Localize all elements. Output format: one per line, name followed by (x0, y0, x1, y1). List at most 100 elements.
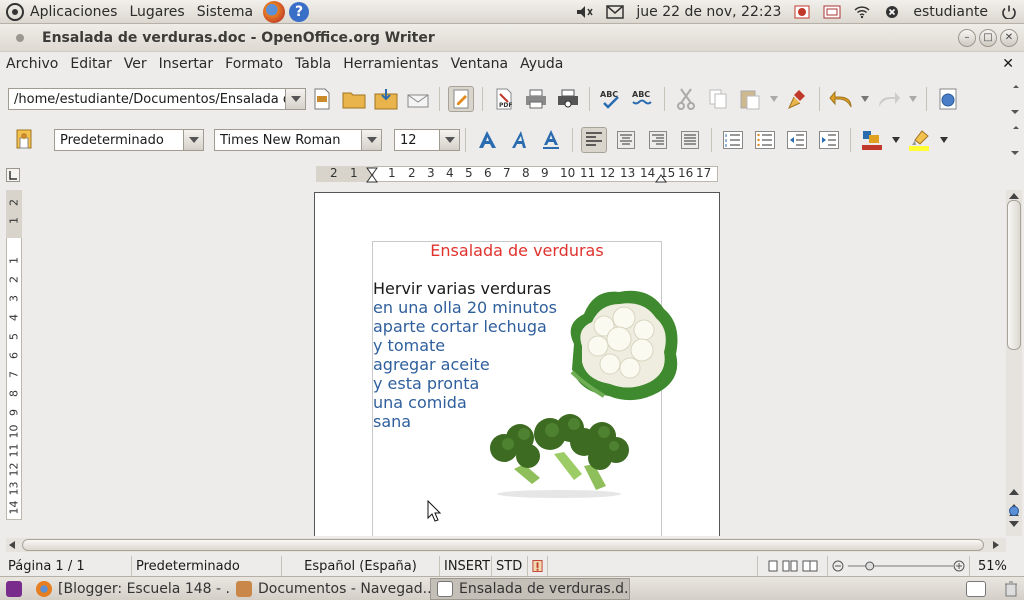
right-indent-marker-icon[interactable] (655, 167, 667, 183)
font-color-dropdown-icon[interactable] (891, 127, 901, 153)
scroll-up-icon[interactable] (1008, 192, 1020, 200)
font-size-value[interactable]: 12 (400, 133, 417, 148)
paste-icon[interactable] (737, 86, 763, 112)
decrease-indent-icon[interactable] (784, 127, 810, 153)
chevron-down-icon[interactable] (183, 130, 203, 150)
load-url-combo[interactable]: /home/estudiante/Documentos/Ensalada de (8, 88, 306, 110)
menu-herramientas[interactable]: Herramientas (337, 56, 444, 72)
bullets-icon[interactable] (752, 127, 778, 153)
menu-archivo[interactable]: Archivo (0, 56, 64, 72)
justify-icon[interactable] (677, 127, 703, 153)
scroll-up-icon[interactable] (1008, 488, 1020, 496)
increase-indent-icon[interactable] (816, 127, 842, 153)
panel-menu-lugares[interactable]: Lugares (123, 4, 190, 20)
close-button[interactable]: ✕ (1000, 28, 1018, 47)
scroll-right-icon[interactable] (992, 540, 1000, 550)
scroll-left-icon[interactable] (8, 540, 16, 550)
font-color-icon[interactable] (859, 127, 885, 153)
undo-dropdown-icon[interactable] (860, 86, 870, 112)
chevron-down-icon[interactable] (439, 130, 459, 150)
hyperlink-icon[interactable] (935, 86, 961, 112)
numbering-icon[interactable] (720, 127, 746, 153)
menu-editar[interactable]: Editar (64, 56, 117, 72)
panel-menu-sistema[interactable]: Sistema (191, 4, 259, 20)
copy-icon[interactable] (705, 86, 731, 112)
window-menu-icon[interactable] (14, 32, 26, 44)
menu-ventana[interactable]: Ventana (445, 56, 515, 72)
ruler-tab-selector[interactable] (6, 168, 20, 182)
task-file-browser[interactable]: Documentos - Navegad... (230, 578, 430, 600)
edit-file-icon[interactable] (448, 86, 474, 112)
page-style[interactable]: Predeterminado (132, 556, 282, 576)
multi-page-view-icon[interactable] (782, 560, 798, 572)
highlighting-icon[interactable] (907, 127, 933, 153)
document-line-5[interactable]: agregar aceite (373, 355, 490, 374)
trash-icon[interactable] (998, 578, 1024, 600)
menu-ayuda[interactable]: Ayuda (514, 56, 569, 72)
book-view-icon[interactable] (802, 560, 818, 572)
selection-mode[interactable]: STD (492, 556, 528, 576)
paragraph-style-combo[interactable]: Predeterminado (54, 129, 204, 151)
toolbar-overflow-icon[interactable] (1009, 85, 1021, 114)
italic-icon[interactable] (506, 127, 532, 153)
close-document-icon[interactable]: ✕ (1002, 56, 1014, 72)
mail-icon[interactable] (606, 4, 625, 19)
workspace-switcher[interactable] (960, 578, 998, 600)
single-page-view-icon[interactable] (768, 560, 778, 572)
power-icon[interactable] (1000, 5, 1018, 19)
save-icon[interactable] (373, 86, 399, 112)
print-icon[interactable] (523, 86, 549, 112)
align-center-icon[interactable] (613, 127, 639, 153)
document-heading[interactable]: Ensalada de verduras (372, 241, 662, 260)
redo-icon[interactable] (876, 86, 902, 112)
bold-icon[interactable] (474, 127, 500, 153)
font-size-combo[interactable]: 12 (394, 129, 460, 151)
language[interactable]: Español (España) (282, 556, 440, 576)
align-right-icon[interactable] (645, 127, 671, 153)
menu-tabla[interactable]: Tabla (289, 56, 337, 72)
toolbar-overflow-icon[interactable] (1009, 126, 1021, 155)
align-left-icon[interactable] (581, 127, 607, 153)
load-url-value[interactable]: /home/estudiante/Documentos/Ensalada de (14, 92, 299, 107)
broccoli-image[interactable] (484, 414, 634, 498)
font-name-value[interactable]: Times New Roman (220, 133, 340, 148)
email-icon[interactable] (405, 86, 431, 112)
format-paintbrush-icon[interactable] (785, 86, 811, 112)
styles-formatting-icon[interactable] (11, 127, 37, 153)
help-icon[interactable]: ? (289, 1, 310, 22)
page-count[interactable]: Página 1 / 1 (0, 556, 132, 576)
update-notifier-icon[interactable] (793, 5, 811, 19)
zoom-level[interactable]: 51% (970, 556, 1011, 576)
clock[interactable]: jue 22 de nov, 22:23 (630, 4, 787, 20)
volume-icon[interactable] (576, 5, 594, 19)
underline-icon[interactable] (538, 127, 564, 153)
autospellcheck-icon[interactable]: ABC (630, 86, 656, 112)
document-line-1[interactable]: Hervir varias verduras (373, 279, 551, 298)
chevron-down-icon[interactable] (361, 130, 381, 150)
maximize-button[interactable]: □ (979, 28, 997, 47)
task-firefox[interactable]: [Blogger: Escuela 148 - ... (30, 578, 230, 600)
vertical-scroll-thumb[interactable] (1007, 200, 1021, 350)
wifi-icon[interactable] (853, 5, 871, 19)
undo-icon[interactable] (828, 86, 854, 112)
left-indent-marker-icon[interactable] (366, 167, 378, 183)
navigator-icon[interactable] (1008, 505, 1020, 517)
highlighting-dropdown-icon[interactable] (939, 127, 949, 153)
document-modified-icon[interactable] (528, 556, 548, 576)
scroll-down-icon[interactable] (1008, 520, 1020, 528)
open-folder-icon[interactable] (341, 86, 367, 112)
menu-insertar[interactable]: Insertar (153, 56, 220, 72)
paste-dropdown-icon[interactable] (769, 86, 779, 112)
ubuntu-logo-icon[interactable] (6, 2, 24, 21)
document-line-6[interactable]: y esta pronta (373, 374, 479, 393)
document-line-4[interactable]: y tomate (373, 336, 445, 355)
panel-menu-aplicaciones[interactable]: Aplicaciones (24, 4, 123, 20)
redo-dropdown-icon[interactable] (908, 86, 918, 112)
paragraph-style-value[interactable]: Predeterminado (60, 133, 164, 148)
minimize-button[interactable]: – (958, 28, 976, 47)
task-writer[interactable]: Ensalada de verduras.d... (430, 577, 630, 600)
document-line-7[interactable]: una comida (373, 393, 467, 412)
menu-formato[interactable]: Formato (219, 56, 289, 72)
export-pdf-icon[interactable]: PDF (491, 86, 517, 112)
chevron-down-icon[interactable] (285, 89, 305, 109)
